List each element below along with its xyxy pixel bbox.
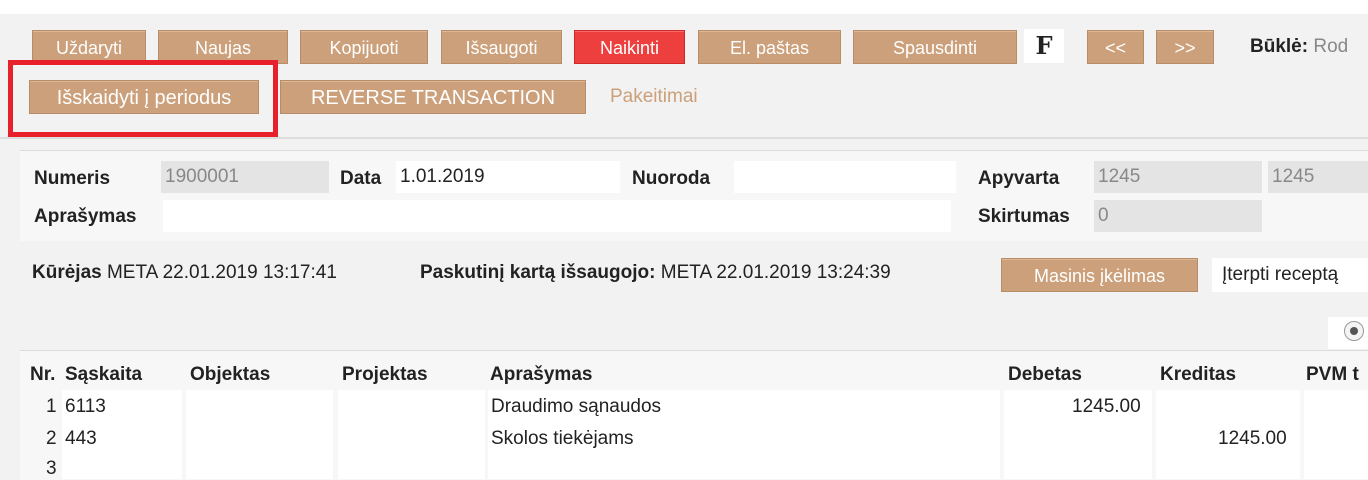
project-column-bg — [338, 390, 485, 479]
f-button[interactable]: F — [1024, 29, 1064, 63]
next-record-button[interactable]: >> — [1156, 30, 1214, 64]
apyvarta-label: Apyvarta — [978, 168, 1060, 189]
saved-info: Paskutinį kartą išsaugojo: META 22.01.20… — [420, 262, 891, 283]
changes-link[interactable]: Pakeitimai — [610, 86, 698, 108]
col-vat: PVM t — [1306, 364, 1359, 385]
divider — [0, 137, 1368, 139]
status-label: Būklė: Rod — [1250, 36, 1349, 57]
aprasymas-label: Aprašymas — [34, 206, 137, 227]
radio-button[interactable] — [1344, 321, 1364, 341]
new-button[interactable]: Naujas — [158, 30, 288, 64]
save-button[interactable]: Išsaugoti — [441, 30, 562, 64]
table-row-debit[interactable]: 1245.00 — [1072, 396, 1141, 418]
top-cropped-strip — [0, 0, 1368, 14]
col-credit: Kreditas — [1160, 364, 1237, 385]
reverse-transaction-button[interactable]: REVERSE TRANSACTION — [280, 80, 586, 114]
delete-button[interactable]: Naikinti — [574, 30, 685, 64]
table-row-nr: 3 — [46, 458, 57, 479]
data-field[interactable]: 1.01.2019 — [396, 161, 620, 193]
email-button[interactable]: El. paštas — [698, 30, 841, 64]
col-description: Aprašymas — [490, 364, 593, 385]
mass-import-button[interactable]: Masinis įkėlimas — [1001, 258, 1198, 292]
numeris-field: 1900001 — [161, 161, 329, 193]
aprasymas-field[interactable] — [163, 200, 951, 232]
table-row-nr: 1 — [46, 396, 57, 417]
apyvarta-debit-field: 1245 — [1094, 161, 1262, 193]
print-button[interactable]: Spausdinti — [853, 30, 1017, 64]
highlight-frame — [8, 60, 278, 137]
table-row-nr: 2 — [46, 428, 57, 449]
table-row-account[interactable]: 443 — [65, 428, 97, 450]
prev-record-button[interactable]: << — [1087, 30, 1144, 64]
table-row-description[interactable]: Draudimo sąnaudos — [491, 396, 661, 418]
data-label: Data — [340, 168, 382, 189]
table-row-description[interactable]: Skolos tiekėjams — [491, 428, 634, 450]
close-button[interactable]: Uždaryti — [32, 30, 146, 64]
col-account: Sąskaita — [65, 364, 143, 385]
col-project: Projektas — [342, 364, 428, 385]
vat-column-bg — [1304, 390, 1368, 479]
nuoroda-field[interactable] — [734, 161, 956, 193]
col-debit: Debetas — [1008, 364, 1082, 385]
nuoroda-label: Nuoroda — [632, 168, 711, 189]
table-row-credit[interactable]: 1245.00 — [1218, 428, 1287, 450]
copy-button[interactable]: Kopijuoti — [300, 30, 428, 64]
numeris-label: Numeris — [34, 168, 111, 189]
apyvarta-credit-field: 1245 — [1268, 161, 1368, 193]
skirtumas-label: Skirtumas — [978, 206, 1070, 227]
table-row-account[interactable]: 6113 — [65, 396, 106, 418]
col-nr: Nr. — [30, 364, 56, 385]
insert-recipe-select[interactable]: Įterpti receptą — [1212, 258, 1368, 292]
creator-info: Kūrėjas META 22.01.2019 13:17:41 — [32, 262, 337, 283]
col-object: Objektas — [190, 364, 271, 385]
object-column-bg — [186, 390, 333, 479]
skirtumas-field: 0 — [1094, 200, 1262, 232]
status-value: Rod — [1313, 36, 1349, 57]
